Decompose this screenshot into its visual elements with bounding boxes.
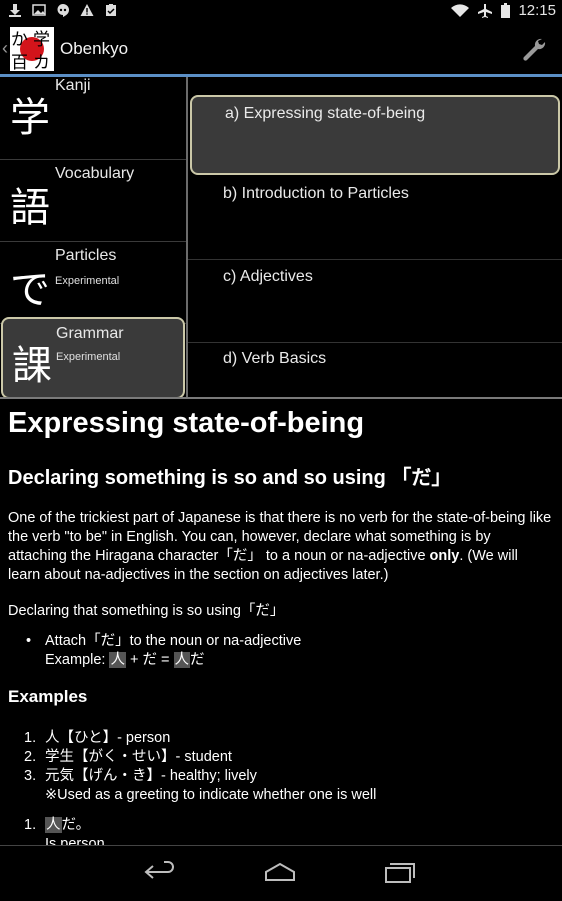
wrench-settings-icon[interactable] [520,36,548,64]
lesson-item-label: b) Introduction to Particles [223,185,409,202]
examples-list-2: 1. 人だ。 Is person. [24,816,109,845]
sidebar-kanji-glyph: 語 [10,185,50,231]
warning-icon [80,4,94,16]
sidebar-item-particles[interactable]: で Particles Experimental [0,241,186,324]
sidebar-item-label: Particles [55,247,117,264]
lesson-content[interactable]: Expressing state-of-being Declaring some… [0,399,562,845]
sidebar-item-sublabel: Experimental [55,275,120,287]
content-subtitle: Declaring something is so and so using 「… [8,467,452,489]
list-number: 1. [24,817,37,833]
highlighted-word: 人 [109,652,126,668]
lesson-item-label: a) Expressing state-of-being [225,105,426,122]
list-text: 人【ひと】- person [45,730,171,746]
sidebar-item-label: Vocabulary [55,165,135,182]
lesson-item-a[interactable]: a) Expressing state-of-being [190,95,560,175]
lesson-item-label: c) Adjectives [223,268,313,285]
sidebar-item-kanji[interactable]: 学 Kanji [0,77,186,160]
status-time: 12:15 [518,2,556,19]
lesson-item-b[interactable]: b) Introduction to Particles [188,177,562,260]
sidebar-kanji-glyph: で [10,267,50,313]
hangouts-icon [57,4,69,17]
home-icon[interactable] [263,860,297,884]
highlighted-word: 人 [45,817,62,833]
example-text: だ [190,652,205,668]
sidebar-item-vocabulary[interactable]: 語 Vocabulary [0,159,186,242]
navigation-bar [0,845,562,901]
lesson-item-d[interactable]: d) Verb Basics [188,342,562,397]
lesson-item-c[interactable]: c) Adjectives [188,260,562,343]
sidebar-item-label: Grammar [56,325,124,342]
sidebar-kanji-glyph: 学 [10,95,50,141]
category-sidebar: 学 Kanji 語 Vocabulary で Particles Experim… [0,77,188,399]
highlighted-word: 人 [173,652,191,668]
battery-icon [501,3,511,18]
list-item-translation: Is person. [45,836,109,845]
list-text: だ。 [61,817,91,833]
list-text: 元気【げん・き】- healthy; lively [45,768,257,784]
lesson-item-label: d) Verb Basics [223,350,327,367]
wifi-icon [451,3,470,17]
list-text: ※Used as a greeting to indicate whether … [45,787,377,803]
bullet-example: Example: 人 + だ = 人だ [45,651,301,670]
bullet-dot: • [26,633,32,649]
content-paragraph: One of the trickiest part of Japanese is… [8,509,553,585]
svg-text:百: 百 [11,53,28,71]
lesson-list: a) Expressing state-of-being b) Introduc… [188,77,562,397]
svg-text:カ: カ [33,53,50,71]
app-logo-icon[interactable]: か 学 百 カ [10,27,54,71]
airplane-mode-icon [478,3,493,18]
recent-apps-icon[interactable] [383,860,417,884]
content-title: Expressing state-of-being [8,407,365,439]
example-text: + だ = [125,652,174,668]
sidebar-item-label: Kanji [55,77,91,94]
svg-text:か: か [11,30,28,50]
back-icon[interactable] [143,860,177,884]
content-paragraph-2: Declaring that something is so using「だ」 [8,603,285,619]
clipboard-check-icon [106,4,116,16]
paragraph-bold-text: only [429,548,460,564]
action-bar: ‹ か 学 百 カ Obenkyo [0,24,562,74]
list-text: 学生【がく・せい】- student [45,749,232,765]
download-icon [9,4,21,17]
status-bar: 12:15 [0,0,562,24]
example-label: Example: [45,652,110,668]
bullet-text: Attach「だ」to the noun or na-adjective [45,633,302,649]
app-title: Obenkyo [60,39,129,58]
sidebar-kanji-glyph: 課 [12,343,52,389]
list-number: 1. [24,730,37,746]
sidebar-item-sublabel: Experimental [56,351,121,363]
list-number: 2. [24,749,37,765]
image-icon [32,4,46,16]
list-item: 1. 人だ。 [24,816,109,835]
svg-text:学: 学 [33,30,50,50]
chevron-left-icon[interactable]: ‹ [2,38,8,59]
list-number: 3. [24,768,37,784]
sidebar-item-grammar[interactable]: 課 Grammar Experimental [1,317,185,399]
examples-heading: Examples [8,687,88,706]
